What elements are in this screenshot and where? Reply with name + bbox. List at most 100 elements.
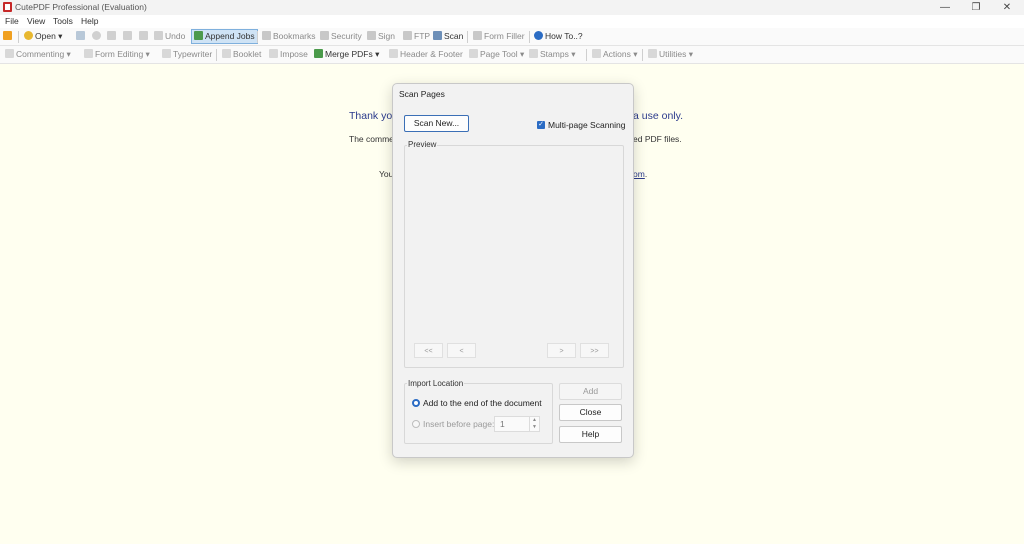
help-button[interactable]: Help xyxy=(559,426,622,443)
scan-pages-dialog: Scan Pages Scan New... ✓ Multi-page Scan… xyxy=(392,83,634,458)
header-footer-button[interactable]: Header & Footer xyxy=(389,48,463,61)
separator xyxy=(257,31,258,43)
exit-arrow-icon xyxy=(3,31,12,40)
first-page-button[interactable]: << xyxy=(414,343,443,358)
bookmarks-button[interactable]: Bookmarks xyxy=(262,30,316,43)
minimize-button[interactable]: — xyxy=(930,0,960,15)
utilities-button[interactable]: Utilities ▾ xyxy=(648,48,693,61)
scan-button[interactable]: Scan xyxy=(433,30,463,43)
close-window-button[interactable]: ✕ xyxy=(992,0,1022,15)
spinner-arrows-icon[interactable]: ▲ ▼ xyxy=(529,417,539,431)
undo-button[interactable]: Undo xyxy=(154,30,185,43)
lock-icon xyxy=(320,31,329,40)
doc-text-line3-right: om. xyxy=(633,169,648,179)
utilities-icon xyxy=(648,49,657,58)
open-folder-icon xyxy=(24,31,33,40)
undo-icon xyxy=(154,31,163,40)
merge-icon xyxy=(314,49,323,58)
separator xyxy=(642,49,643,61)
menu-view[interactable]: View xyxy=(27,16,45,26)
help-circle-icon xyxy=(534,31,543,40)
actions-icon xyxy=(592,49,601,58)
menu-tools[interactable]: Tools xyxy=(53,16,73,26)
ftp-button[interactable]: FTP xyxy=(403,30,430,43)
save-icon xyxy=(76,31,85,40)
app-logo-icon xyxy=(3,2,12,12)
typewriter-icon xyxy=(162,49,171,58)
open-button[interactable]: Open ▾ xyxy=(24,30,62,43)
preview-label: Preview xyxy=(407,140,438,149)
multipage-scanning-checkbox[interactable]: ✓ xyxy=(537,121,545,129)
rotate-button[interactable] xyxy=(92,30,103,43)
menu-bar: File View Tools Help xyxy=(0,15,1024,28)
form-editing-button[interactable]: Form Editing ▾ xyxy=(84,48,150,61)
refresh-button[interactable] xyxy=(107,30,118,43)
page-tool-button[interactable]: Page Tool ▾ xyxy=(469,48,524,61)
separator xyxy=(467,31,468,43)
append-jobs-icon xyxy=(194,31,203,40)
bookmark-icon xyxy=(262,31,271,40)
add-to-end-radio[interactable] xyxy=(412,399,420,407)
append-jobs-button[interactable]: Append Jobs xyxy=(191,29,258,44)
import-location-group xyxy=(404,383,553,444)
save-button[interactable] xyxy=(76,30,87,43)
separator xyxy=(529,31,530,43)
last-page-button[interactable]: >> xyxy=(580,343,609,358)
separator xyxy=(586,49,587,61)
restore-button[interactable]: ❐ xyxy=(961,0,991,15)
copy-icon xyxy=(139,31,148,40)
form-field-icon xyxy=(84,49,93,58)
back-button[interactable] xyxy=(3,30,14,43)
booklet-button[interactable]: Booklet xyxy=(222,48,261,61)
ftp-icon xyxy=(403,31,412,40)
previous-page-button[interactable]: < xyxy=(447,343,476,358)
doc-text-line2-right: ed PDF files. xyxy=(633,134,682,144)
refresh-icon xyxy=(107,31,116,40)
typewriter-button[interactable]: Typewriter xyxy=(162,48,212,61)
doc-text-line1-right: a use only. xyxy=(633,110,684,122)
insert-before-radio[interactable] xyxy=(412,420,420,428)
insert-page-value: 1 xyxy=(500,419,505,429)
import-location-label: Import Location xyxy=(407,379,465,388)
form-icon xyxy=(473,31,482,40)
redo-icon xyxy=(123,31,132,40)
separator xyxy=(216,49,217,61)
menu-file[interactable]: File xyxy=(5,16,19,26)
multipage-scanning-label: Multi-page Scanning xyxy=(548,120,626,130)
how-to-button[interactable]: How To..? xyxy=(534,30,583,43)
stamps-button[interactable]: Stamps ▾ xyxy=(529,48,575,61)
rotate-icon xyxy=(92,31,101,40)
close-button[interactable]: Close xyxy=(559,404,622,421)
sign-button[interactable]: Sign xyxy=(367,30,395,43)
form-filler-button[interactable]: Form Filler xyxy=(473,30,525,43)
merge-pdfs-button[interactable]: Merge PDFs ▾ xyxy=(314,48,379,61)
pen-icon xyxy=(367,31,376,40)
commenting-button[interactable]: Commenting ▾ xyxy=(5,48,71,61)
next-page-button[interactable]: > xyxy=(547,343,576,358)
header-footer-icon xyxy=(389,49,398,58)
copy-button[interactable] xyxy=(139,30,150,43)
menu-help[interactable]: Help xyxy=(81,16,98,26)
impose-button[interactable]: Impose xyxy=(269,48,308,61)
add-button[interactable]: Add xyxy=(559,383,622,400)
stamp-icon xyxy=(529,49,538,58)
add-to-end-label: Add to the end of the document xyxy=(423,398,542,408)
title-bar: CutePDF Professional (Evaluation) — ❐ ✕ xyxy=(0,0,1024,15)
scan-new-button[interactable]: Scan New... xyxy=(404,115,469,132)
separator xyxy=(18,31,19,43)
website-link[interactable]: om xyxy=(633,169,645,179)
insert-before-label: Insert before page: xyxy=(423,419,495,429)
impose-icon xyxy=(269,49,278,58)
preview-panel xyxy=(404,145,624,368)
redo-button[interactable] xyxy=(123,30,134,43)
security-button[interactable]: Security xyxy=(320,30,362,43)
doc-text-line2-left: The comme xyxy=(349,134,394,144)
insert-page-spinner[interactable]: 1 ▲ ▼ xyxy=(494,416,540,432)
doc-text-line1-left: Thank you xyxy=(349,110,399,122)
dialog-title: Scan Pages xyxy=(399,89,445,99)
booklet-icon xyxy=(222,49,231,58)
page-tool-icon xyxy=(469,49,478,58)
scanner-icon xyxy=(433,31,442,40)
main-toolbar: Open ▾ Undo Append Jobs Bookmarks Securi… xyxy=(0,28,1024,46)
actions-button[interactable]: Actions ▾ xyxy=(592,48,638,61)
